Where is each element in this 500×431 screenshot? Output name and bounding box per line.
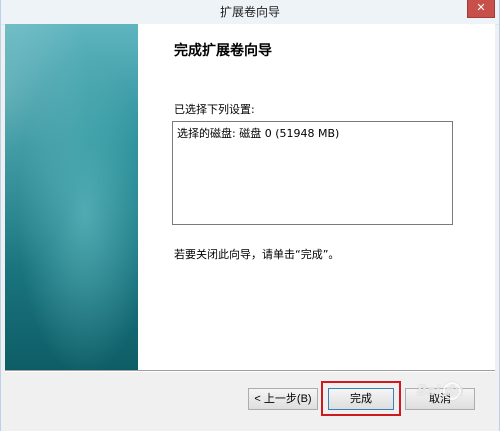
back-button[interactable]: < 上一步(B) [248, 388, 318, 410]
close-hint-text: 若要关闭此向导，请单击“完成”。 [174, 248, 340, 261]
finish-button[interactable]: 完成 [328, 388, 394, 410]
selected-settings-label: 已选择下列设置: [174, 103, 255, 116]
footer-separator [5, 370, 495, 372]
wizard-window: 扩展卷向导 ✕ 完成扩展卷向导 已选择下列设置: 选择的磁盘: 磁盘 0 (51… [0, 0, 500, 431]
wizard-content: 完成扩展卷向导 已选择下列设置: 选择的磁盘: 磁盘 0 (51948 MB) … [5, 24, 495, 370]
settings-summary-box[interactable]: 选择的磁盘: 磁盘 0 (51948 MB) [172, 121, 453, 225]
title-bar[interactable]: 扩展卷向导 ✕ [1, 0, 499, 25]
wizard-banner-image [5, 24, 138, 370]
close-button[interactable]: ✕ [467, 0, 495, 18]
settings-line-disk: 选择的磁盘: 磁盘 0 (51948 MB) [177, 127, 340, 140]
cancel-button[interactable]: 取消 [405, 388, 475, 410]
close-icon: ✕ [476, 1, 486, 14]
window-title: 扩展卷向导 [219, 5, 280, 19]
page-title: 完成扩展卷向导 [174, 43, 272, 59]
